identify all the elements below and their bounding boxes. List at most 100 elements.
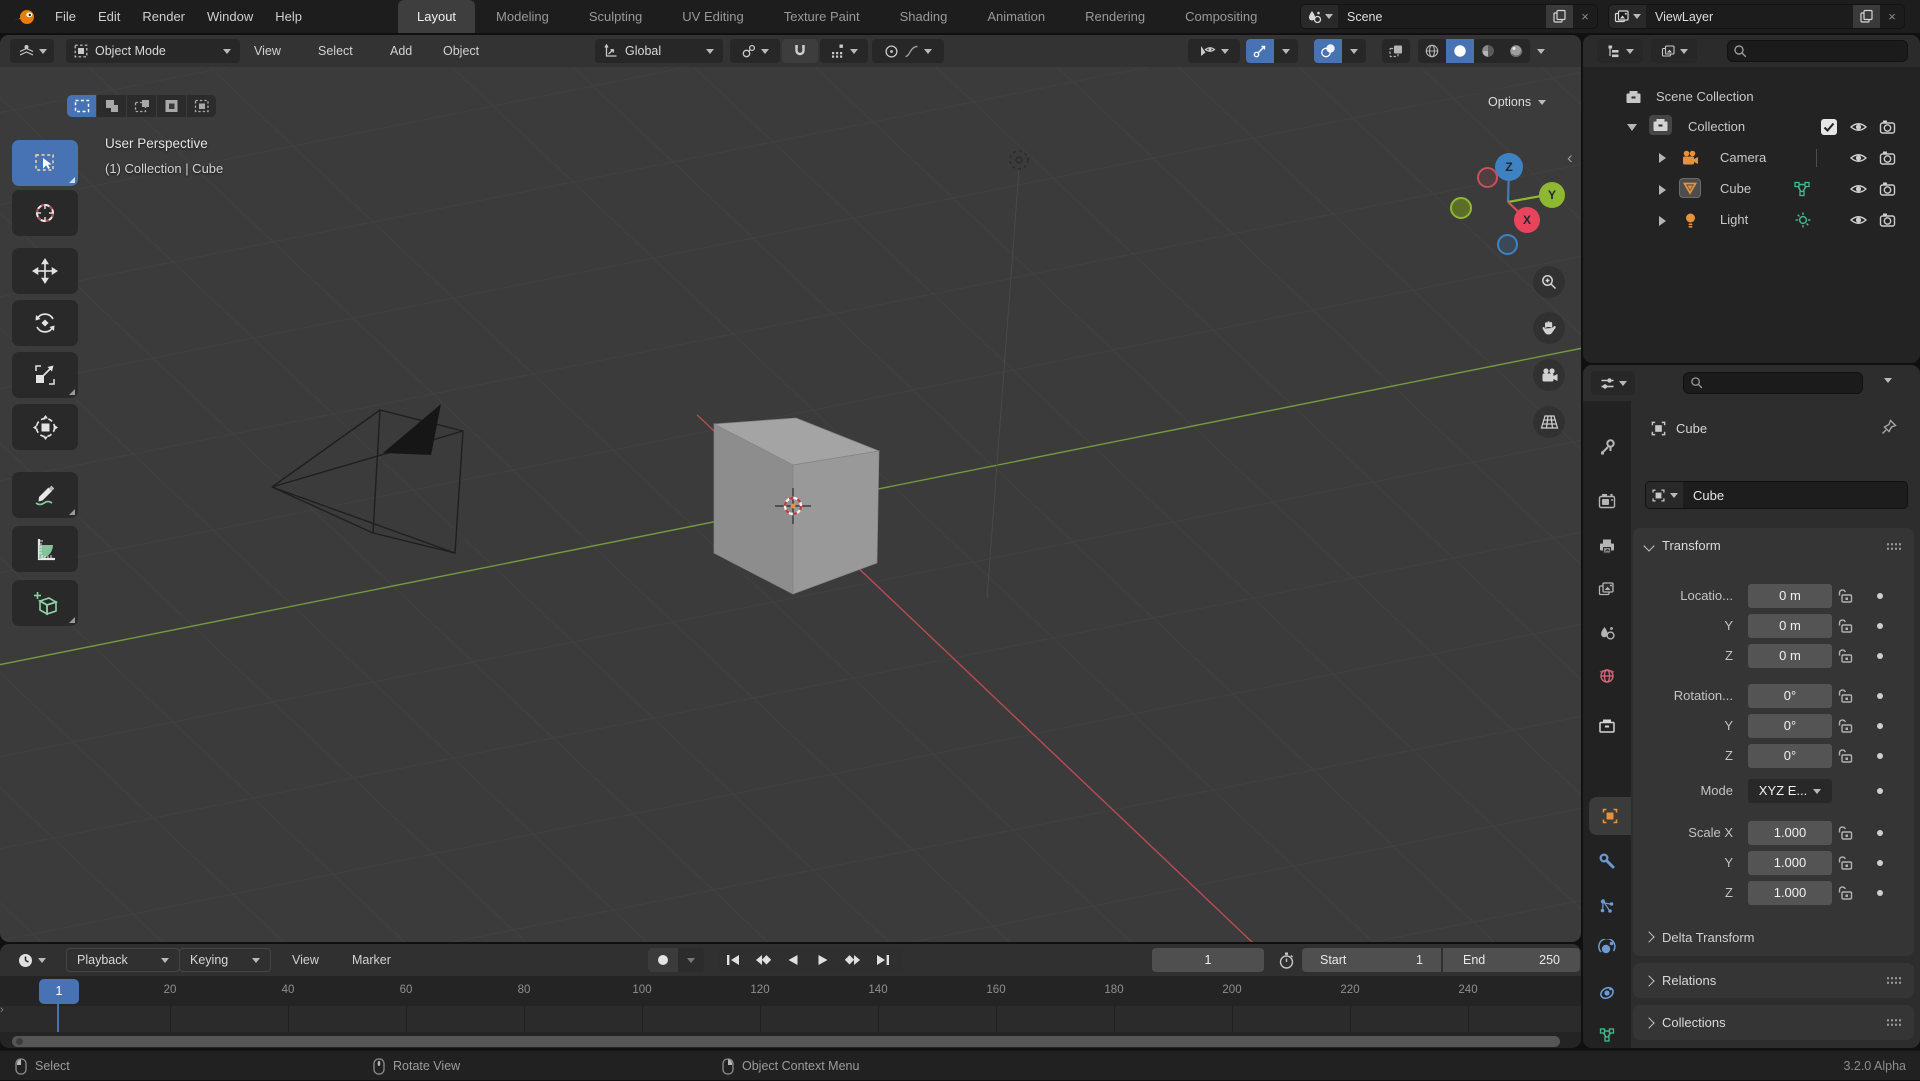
tool-add-cube[interactable] xyxy=(12,580,78,626)
expand-arrow-icon[interactable] xyxy=(1659,185,1666,195)
record-icon[interactable] xyxy=(648,948,678,972)
animate-dot-icon[interactable] xyxy=(1877,860,1883,866)
viewport-menu-object[interactable]: Object xyxy=(435,35,487,67)
animate-dot-icon[interactable] xyxy=(1877,890,1883,896)
shading-dropdown[interactable] xyxy=(1530,39,1552,63)
gizmo-x-axis[interactable]: X xyxy=(1514,207,1540,233)
viewport-3d[interactable]: Object Mode View Select Add Object Globa… xyxy=(0,35,1581,942)
animate-dot-icon[interactable] xyxy=(1877,693,1883,699)
lock-open-icon[interactable] xyxy=(1838,647,1853,664)
animate-dot-icon[interactable] xyxy=(1877,723,1883,729)
menu-help[interactable]: Help xyxy=(264,0,313,33)
new-viewlayer-icon[interactable] xyxy=(1853,5,1880,28)
play-button[interactable] xyxy=(808,948,838,972)
axis-gizmo[interactable]: Z Y X xyxy=(1445,140,1575,265)
gizmo-minus-y-axis[interactable] xyxy=(1450,197,1472,219)
breadcrumb-object-name[interactable]: Cube xyxy=(1676,421,1707,436)
workspace-tab-rendering[interactable]: Rendering xyxy=(1066,0,1164,33)
panel-drag-handle[interactable] xyxy=(1886,542,1902,551)
disable-render-camera-icon[interactable] xyxy=(1879,119,1896,135)
select-mode-set[interactable] xyxy=(67,95,96,117)
location-z-field[interactable]: 0 m xyxy=(1748,644,1832,668)
overlays-icon[interactable] xyxy=(1314,39,1342,63)
viewport-menu-view[interactable]: View xyxy=(246,35,289,67)
tab-collection[interactable] xyxy=(1583,707,1631,745)
blender-logo-icon[interactable] xyxy=(12,6,38,27)
lock-open-icon[interactable] xyxy=(1838,687,1853,704)
scrollbar-zoom-handle[interactable] xyxy=(16,1038,23,1045)
outliner-row-collection[interactable]: Collection xyxy=(1583,112,1920,142)
playhead-badge[interactable]: 1 xyxy=(39,979,79,1004)
select-mode-intersect[interactable] xyxy=(187,95,216,117)
end-frame-field[interactable]: End 250 xyxy=(1443,948,1580,972)
lock-open-icon[interactable] xyxy=(1838,717,1853,734)
tab-object[interactable] xyxy=(1589,797,1631,835)
keying-set-dropdown[interactable] xyxy=(678,948,704,972)
xray-toggle[interactable] xyxy=(1382,39,1410,63)
outliner-label[interactable]: Camera xyxy=(1720,143,1766,173)
expand-arrow-icon[interactable] xyxy=(1659,153,1666,163)
workspace-tab-modeling[interactable]: Modeling xyxy=(477,0,568,33)
scene-name[interactable]: Scene xyxy=(1338,10,1546,24)
gizmo-y-axis[interactable]: Y xyxy=(1539,182,1565,208)
select-mode-subtract[interactable] xyxy=(127,95,156,117)
shading-solid-icon[interactable] xyxy=(1446,39,1474,63)
workspace-tab-uv-editing[interactable]: UV Editing xyxy=(663,0,762,33)
outliner-filter-button[interactable] xyxy=(1597,39,1643,63)
lock-open-icon[interactable] xyxy=(1838,824,1853,841)
playback-menu[interactable]: Playback xyxy=(66,948,180,972)
location-x-field[interactable]: 0 m xyxy=(1748,584,1832,608)
disable-render-camera-icon[interactable] xyxy=(1879,212,1896,228)
transform-orientation-selector[interactable]: Global xyxy=(595,39,723,63)
expand-arrow-icon[interactable] xyxy=(1659,216,1666,226)
pan-view-hand-icon[interactable] xyxy=(1533,312,1565,344)
overlays-dropdown[interactable] xyxy=(1342,39,1366,63)
proportional-editing[interactable] xyxy=(872,39,944,63)
viewlayer-selector[interactable]: ViewLayer × xyxy=(1608,4,1905,29)
lock-open-icon[interactable] xyxy=(1838,884,1853,901)
disable-render-camera-icon[interactable] xyxy=(1879,150,1896,166)
editor-type-selector[interactable] xyxy=(10,39,54,63)
tab-world[interactable] xyxy=(1583,657,1631,695)
next-keyframe-button[interactable] xyxy=(838,948,868,972)
playhead-line[interactable] xyxy=(57,1004,59,1032)
jump-to-start-button[interactable] xyxy=(718,948,748,972)
object-name-value[interactable]: Cube xyxy=(1683,488,1724,503)
timeline-editor-type[interactable] xyxy=(8,948,54,972)
scene-selector[interactable]: Scene × xyxy=(1300,4,1598,29)
workspace-tab-sculpting[interactable]: Sculpting xyxy=(570,0,661,33)
start-frame-field[interactable]: Start 1 xyxy=(1302,948,1441,972)
animate-dot-icon[interactable] xyxy=(1877,788,1883,794)
properties-editor-type[interactable] xyxy=(1591,371,1635,395)
shading-rendered-icon[interactable] xyxy=(1502,39,1530,63)
relations-panel[interactable]: Relations xyxy=(1633,963,1914,998)
tool-scale[interactable] xyxy=(12,352,78,398)
timeline-menu-marker[interactable]: Marker xyxy=(344,944,399,976)
outliner-row-scene-collection[interactable]: Scene Collection xyxy=(1583,82,1920,112)
animate-dot-icon[interactable] xyxy=(1877,830,1883,836)
transform-panel-header[interactable]: Transform xyxy=(1633,528,1914,563)
location-y-field[interactable]: 0 m xyxy=(1748,614,1832,638)
viewport-menu-add[interactable]: Add xyxy=(382,35,420,67)
lock-open-icon[interactable] xyxy=(1838,854,1853,871)
hide-eye-icon[interactable] xyxy=(1849,182,1868,196)
hide-eye-icon[interactable] xyxy=(1849,213,1868,227)
tab-object-data[interactable] xyxy=(1583,1016,1631,1048)
tab-physics[interactable] xyxy=(1583,929,1631,967)
viewlayer-name[interactable]: ViewLayer xyxy=(1646,10,1853,24)
delta-transform-section[interactable]: Delta Transform xyxy=(1645,922,1754,952)
collections-panel[interactable]: Collections xyxy=(1633,1005,1914,1040)
menu-file[interactable]: File xyxy=(44,0,87,33)
preview-range-stopwatch-icon[interactable] xyxy=(1277,951,1296,970)
outliner-search[interactable] xyxy=(1727,40,1908,62)
panel-drag-handle[interactable] xyxy=(1886,1018,1902,1027)
timeline-ruler[interactable]: 20406080100120140160180200220240 xyxy=(0,976,1581,1006)
tab-scene[interactable] xyxy=(1583,614,1631,652)
workspace-tab-animation[interactable]: Animation xyxy=(968,0,1064,33)
snap-magnet-toggle[interactable] xyxy=(782,39,818,63)
workspace-tab-texture-paint[interactable]: Texture Paint xyxy=(765,0,879,33)
snap-with-selector[interactable] xyxy=(820,39,868,63)
toggle-perspective-grid-icon[interactable] xyxy=(1533,406,1565,438)
panel-drag-handle[interactable] xyxy=(1886,976,1902,985)
tool-annotate[interactable] xyxy=(12,472,78,518)
